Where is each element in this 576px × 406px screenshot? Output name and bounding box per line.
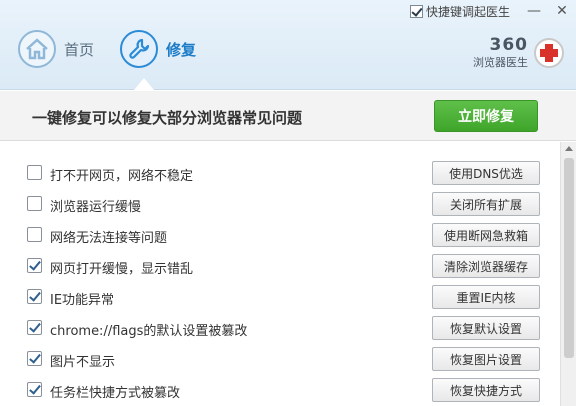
title-bar: 快捷键调起医生 — ✕ [409,0,576,22]
issue-action-button[interactable]: 使用DNS优选 [432,161,540,185]
issue-checkbox[interactable] [27,165,42,180]
issue-row[interactable]: 网页打开缓慢，显示错乱 清除浏览器缓存 [0,250,560,282]
minimize-button[interactable]: — [520,0,548,22]
scroll-up-icon[interactable] [565,146,573,151]
hotkey-checkbox[interactable] [409,4,423,18]
issue-list: 打不开网页，网络不稳定 使用DNS优选浏览器运行缓慢 关闭所有扩展网络无法连接等问题… [0,142,560,406]
issue-label: 打不开网页，网络不稳定 [50,169,194,184]
issue-checkbox[interactable] [27,382,42,397]
issue-label: 图片不显示 [50,355,116,370]
fix-now-button[interactable]: 立即修复 [434,100,538,132]
brand-logo: 360 浏览器医生 [473,36,564,70]
hotkey-toggle[interactable]: 快捷键调起医生 [409,3,510,20]
tab-home[interactable]: 首页 [18,30,94,68]
issue-label: 网络无法连接等问题 [50,231,168,246]
minimize-icon: — [527,3,541,19]
issue-label: 网页打开缓慢，显示错乱 [50,262,194,277]
hotkey-label: 快捷键调起医生 [425,4,510,19]
issue-action-button[interactable]: 恢复图片设置 [432,347,540,371]
issue-row[interactable]: chrome://flags的默认设置被篡改 恢复默认设置 [0,312,560,344]
issue-row[interactable]: 打不开网页，网络不稳定 使用DNS优选 [0,157,560,189]
issue-row[interactable]: 任务栏快捷方式被篡改 恢复快捷方式 [0,374,560,406]
header: 快捷键调起医生 — ✕ 首页 修复 360 浏览器医生 [0,0,576,90]
issue-label: IE功能异常 [50,293,115,308]
issue-action-button[interactable]: 清除浏览器缓存 [432,254,540,278]
brand-subtitle: 浏览器医生 [473,56,528,69]
tab-repair[interactable]: 修复 [120,30,196,68]
issue-action-button[interactable]: 关闭所有扩展 [432,192,540,216]
issue-label: chrome://flags的默认设置被篡改 [50,324,248,339]
active-tab-indicator [134,78,154,90]
close-button[interactable]: ✕ [548,0,576,22]
issue-checkbox[interactable] [27,196,42,211]
tab-home-label: 首页 [64,40,95,59]
issue-row[interactable]: 浏览器运行缓慢 关闭所有扩展 [0,188,560,220]
issue-checkbox[interactable] [27,320,42,335]
scroll-thumb[interactable] [564,158,574,358]
issue-checkbox[interactable] [27,289,42,304]
issue-checkbox[interactable] [27,258,42,273]
close-icon: ✕ [556,3,568,19]
brand-name: 360 [489,35,528,55]
issue-checkbox[interactable] [27,351,42,366]
issue-action-button[interactable]: 恢复默认设置 [432,316,540,340]
scrollbar[interactable] [560,142,576,406]
issue-label: 任务栏快捷方式被篡改 [50,386,181,401]
house-icon [18,30,56,68]
issue-row[interactable]: 网络无法连接等问题 使用断网急救箱 [0,219,560,251]
issue-action-button[interactable]: 使用断网急救箱 [432,223,540,247]
issue-row[interactable]: IE功能异常 重置IE内核 [0,281,560,313]
banner-text: 一键修复可以修复大部分浏览器常见问题 [32,109,303,127]
issue-action-button[interactable]: 恢复快捷方式 [432,378,540,402]
issue-label: 浏览器运行缓慢 [50,200,142,215]
wrench-icon [120,30,159,68]
issue-row[interactable]: 图片不显示 恢复图片设置 [0,343,560,375]
medical-cross-icon [534,38,564,68]
issue-checkbox[interactable] [27,227,42,242]
main-nav: 首页 修复 [18,30,222,68]
tab-repair-label: 修复 [166,40,197,59]
issue-action-button[interactable]: 重置IE内核 [432,285,540,309]
